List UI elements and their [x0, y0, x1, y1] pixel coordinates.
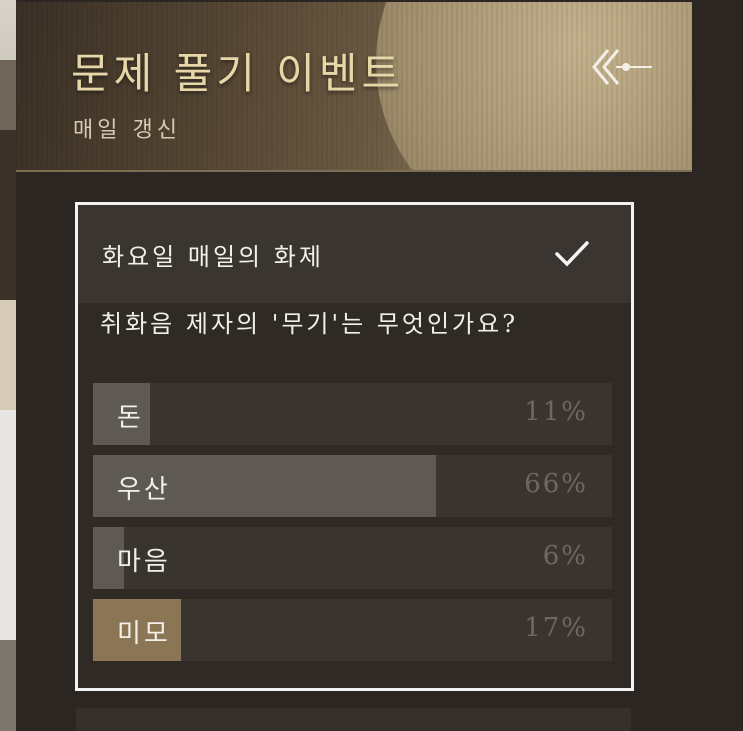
page-title: 문제 풀기 이벤트 — [71, 49, 405, 98]
answer-percent-text: 66% — [524, 469, 588, 499]
answer-option[interactable]: 돈 11% — [93, 383, 612, 445]
answer-label: 우산 — [117, 475, 171, 505]
back-arrow-icon — [592, 49, 652, 85]
daily-topic-label: 화요일 매일의 화제 — [102, 243, 324, 271]
next-quiz-card — [76, 708, 631, 731]
answer-label: 마음 — [117, 547, 171, 577]
page-subtitle: 매일 갱신 — [73, 118, 181, 143]
quiz-event-panel: 문제 풀기 이벤트 매일 갱신 화요일 매일의 화제 취화음 제자의 '무기'는… — [16, 0, 743, 731]
answer-option[interactable]: 우산 66% — [93, 455, 612, 517]
quiz-card: 화요일 매일의 화제 취화음 제자의 '무기'는 무엇인가요? 돈 11% 우산 66… — [75, 202, 634, 691]
answer-percent-text: 17% — [524, 613, 588, 643]
answer-percent-text: 6% — [542, 541, 588, 571]
quiz-card-header: 화요일 매일의 화제 — [78, 205, 631, 303]
answer-label: 미모 — [117, 619, 171, 649]
check-icon — [555, 241, 589, 267]
back-button[interactable] — [586, 42, 656, 92]
answer-option[interactable]: 미모 17% — [93, 599, 612, 661]
event-header: 문제 풀기 이벤트 매일 갱신 — [16, 2, 692, 172]
answer-option[interactable]: 마음 6% — [93, 527, 612, 589]
answer-label: 돈 — [117, 403, 144, 433]
background-page-strip — [0, 0, 16, 731]
header-divider — [16, 170, 692, 172]
answer-percent-text: 11% — [524, 397, 588, 427]
quiz-question: 취화음 제자의 '무기'는 무엇인가요? — [100, 310, 519, 338]
